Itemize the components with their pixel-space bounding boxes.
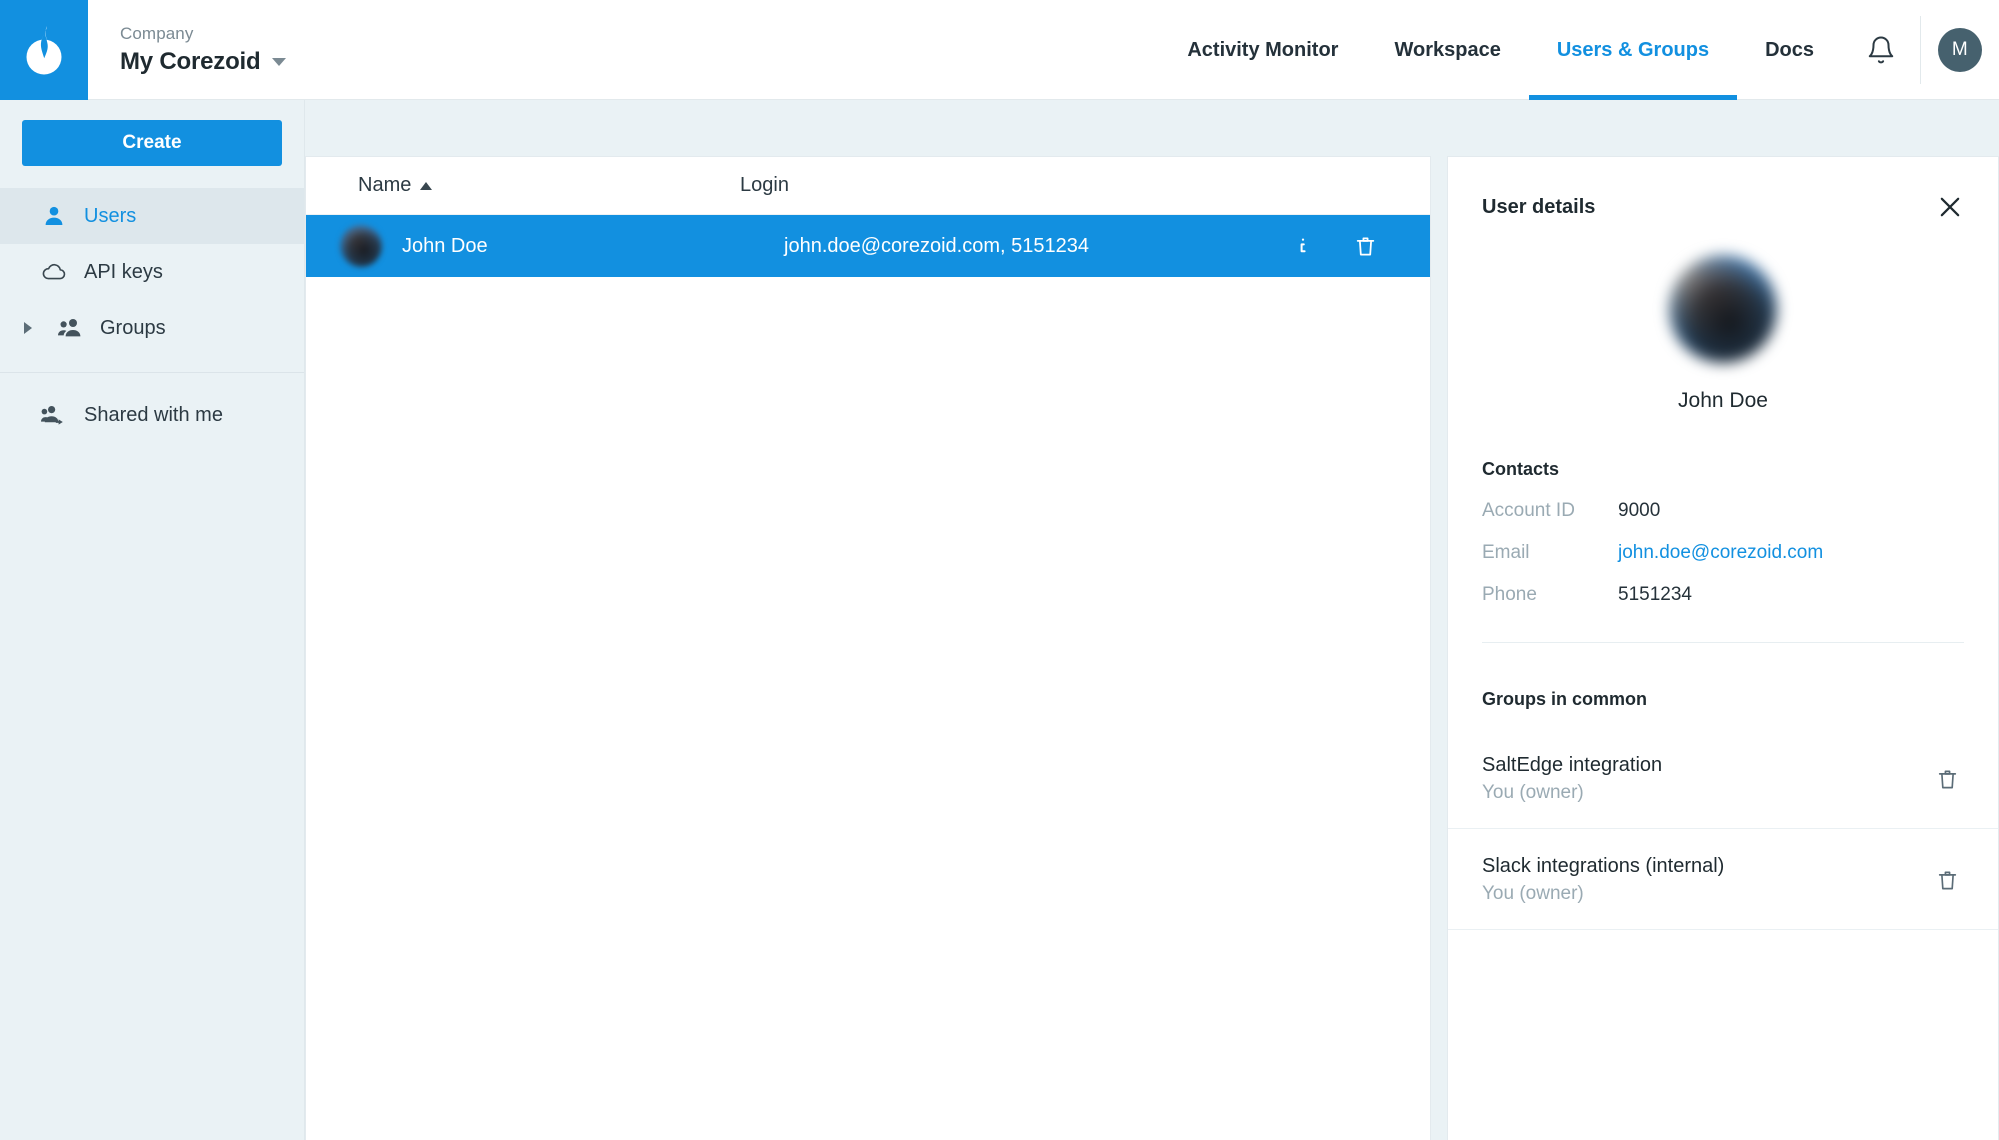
sidebar: Create Users API keys Groups Shared with… (0, 100, 305, 1140)
sidebar-item-label: Groups (100, 316, 166, 339)
company-name: My Corezoid (120, 48, 261, 76)
nav-item-docs[interactable]: Docs (1737, 0, 1842, 100)
cell-login: john.doe@corezoid.com, 5151234 (784, 234, 1089, 257)
sidebar-item-groups[interactable]: Groups (0, 300, 304, 356)
group-role: You (owner) (1482, 883, 1584, 904)
contacts-title: Contacts (1482, 459, 1560, 479)
field-account-id: Account ID 9000 (1482, 500, 1964, 522)
field-value: 5151234 (1618, 584, 1692, 605)
field-phone: Phone 5151234 (1482, 584, 1964, 606)
group-role: You (owner) (1482, 782, 1584, 803)
groups-title: Groups in common (1482, 689, 1648, 709)
sort-ascending-icon (420, 181, 433, 190)
sidebar-item-label: API keys (84, 260, 163, 283)
app-logo[interactable] (0, 0, 88, 100)
contacts-section: Contacts Account ID 9000 Email john.doe@… (1448, 413, 1998, 606)
group-name: SaltEdge integration (1482, 754, 1663, 776)
sidebar-item-label: Shared with me (84, 403, 223, 426)
body: Create Users API keys Groups Shared with… (0, 100, 1999, 1140)
field-email: Email john.doe@corezoid.com (1482, 542, 1964, 564)
company-label: Company (120, 23, 194, 43)
field-value: 9000 (1618, 500, 1661, 521)
profile-display-name: John Doe (1678, 389, 1768, 412)
company-switcher[interactable]: Company My Corezoid (88, 0, 287, 99)
column-header-name[interactable]: Name (358, 174, 740, 197)
column-header-label: Login (740, 174, 789, 196)
user-icon (40, 204, 68, 228)
notifications-button[interactable] (1842, 0, 1920, 100)
nav-item-workspace[interactable]: Workspace (1366, 0, 1528, 100)
close-icon[interactable] (1936, 193, 1964, 221)
sidebar-item-label: Users (84, 204, 137, 227)
field-value-email-link[interactable]: john.doe@corezoid.com (1618, 542, 1823, 564)
table-header-row: Name Login (306, 157, 1430, 215)
group-name: Slack integrations (internal) (1482, 855, 1725, 877)
user-details-panel: User details John Doe Contacts Account I… (1447, 156, 1999, 1140)
column-header-label: Name (358, 174, 412, 196)
groups-list: SaltEdge integration You (owner) Slack i… (1448, 728, 1998, 930)
column-header-login[interactable]: Login (740, 174, 789, 197)
avatar (340, 225, 382, 267)
field-label: Phone (1482, 584, 1537, 605)
trash-icon[interactable] (1935, 868, 1964, 893)
list-item[interactable]: SaltEdge integration You (owner) (1448, 728, 1998, 829)
main-content: Name Login John Doe john.doe@corezoid.co… (305, 100, 1999, 1140)
table-row[interactable]: John Doe john.doe@corezoid.com, 5151234 (306, 215, 1430, 277)
main-nav: Activity Monitor Workspace Users & Group… (1159, 0, 1999, 100)
avatar: M (1938, 28, 1982, 72)
avatar (1669, 255, 1777, 363)
trash-icon[interactable] (1935, 767, 1964, 792)
groups-section-title-wrap: Groups in common (1448, 643, 1998, 710)
users-shared-icon (40, 404, 68, 426)
app-root: Company My Corezoid Activity Monitor Wor… (0, 0, 1999, 1140)
sidebar-divider (0, 372, 304, 373)
nav-item-activity-monitor[interactable]: Activity Monitor (1159, 0, 1366, 100)
details-title: User details (1482, 195, 1596, 218)
create-button-wrap: Create (0, 100, 304, 188)
nav-item-users-groups[interactable]: Users & Groups (1528, 0, 1738, 100)
top-navigation-bar: Company My Corezoid Activity Monitor Wor… (0, 0, 1999, 100)
sidebar-item-shared-with-me[interactable]: Shared with me (0, 387, 304, 443)
cloud-icon (40, 259, 68, 285)
field-label: Account ID (1482, 500, 1575, 521)
cell-name: John Doe (402, 234, 488, 257)
corezoid-drop-logo-icon (26, 26, 62, 75)
account-menu-button[interactable]: M (1921, 0, 1999, 100)
create-button[interactable]: Create (22, 120, 282, 166)
sidebar-empty-space (0, 443, 304, 1140)
chevron-right-icon[interactable] (16, 322, 40, 334)
users-table-panel: Name Login John Doe john.doe@corezoid.co… (305, 156, 1431, 1140)
users-group-icon (56, 317, 84, 339)
details-header: User details (1448, 157, 1998, 221)
row-actions (1291, 234, 1406, 259)
trash-icon[interactable] (1353, 234, 1378, 259)
field-label: Email (1482, 542, 1530, 563)
profile-block: John Doe (1448, 221, 1998, 413)
info-icon[interactable] (1291, 234, 1315, 258)
chevron-down-icon (272, 58, 287, 67)
sidebar-item-api-keys[interactable]: API keys (0, 244, 304, 300)
sidebar-item-users[interactable]: Users (0, 188, 304, 244)
list-item[interactable]: Slack integrations (internal) You (owner… (1448, 829, 1998, 930)
notification-bell-icon (1868, 36, 1894, 64)
